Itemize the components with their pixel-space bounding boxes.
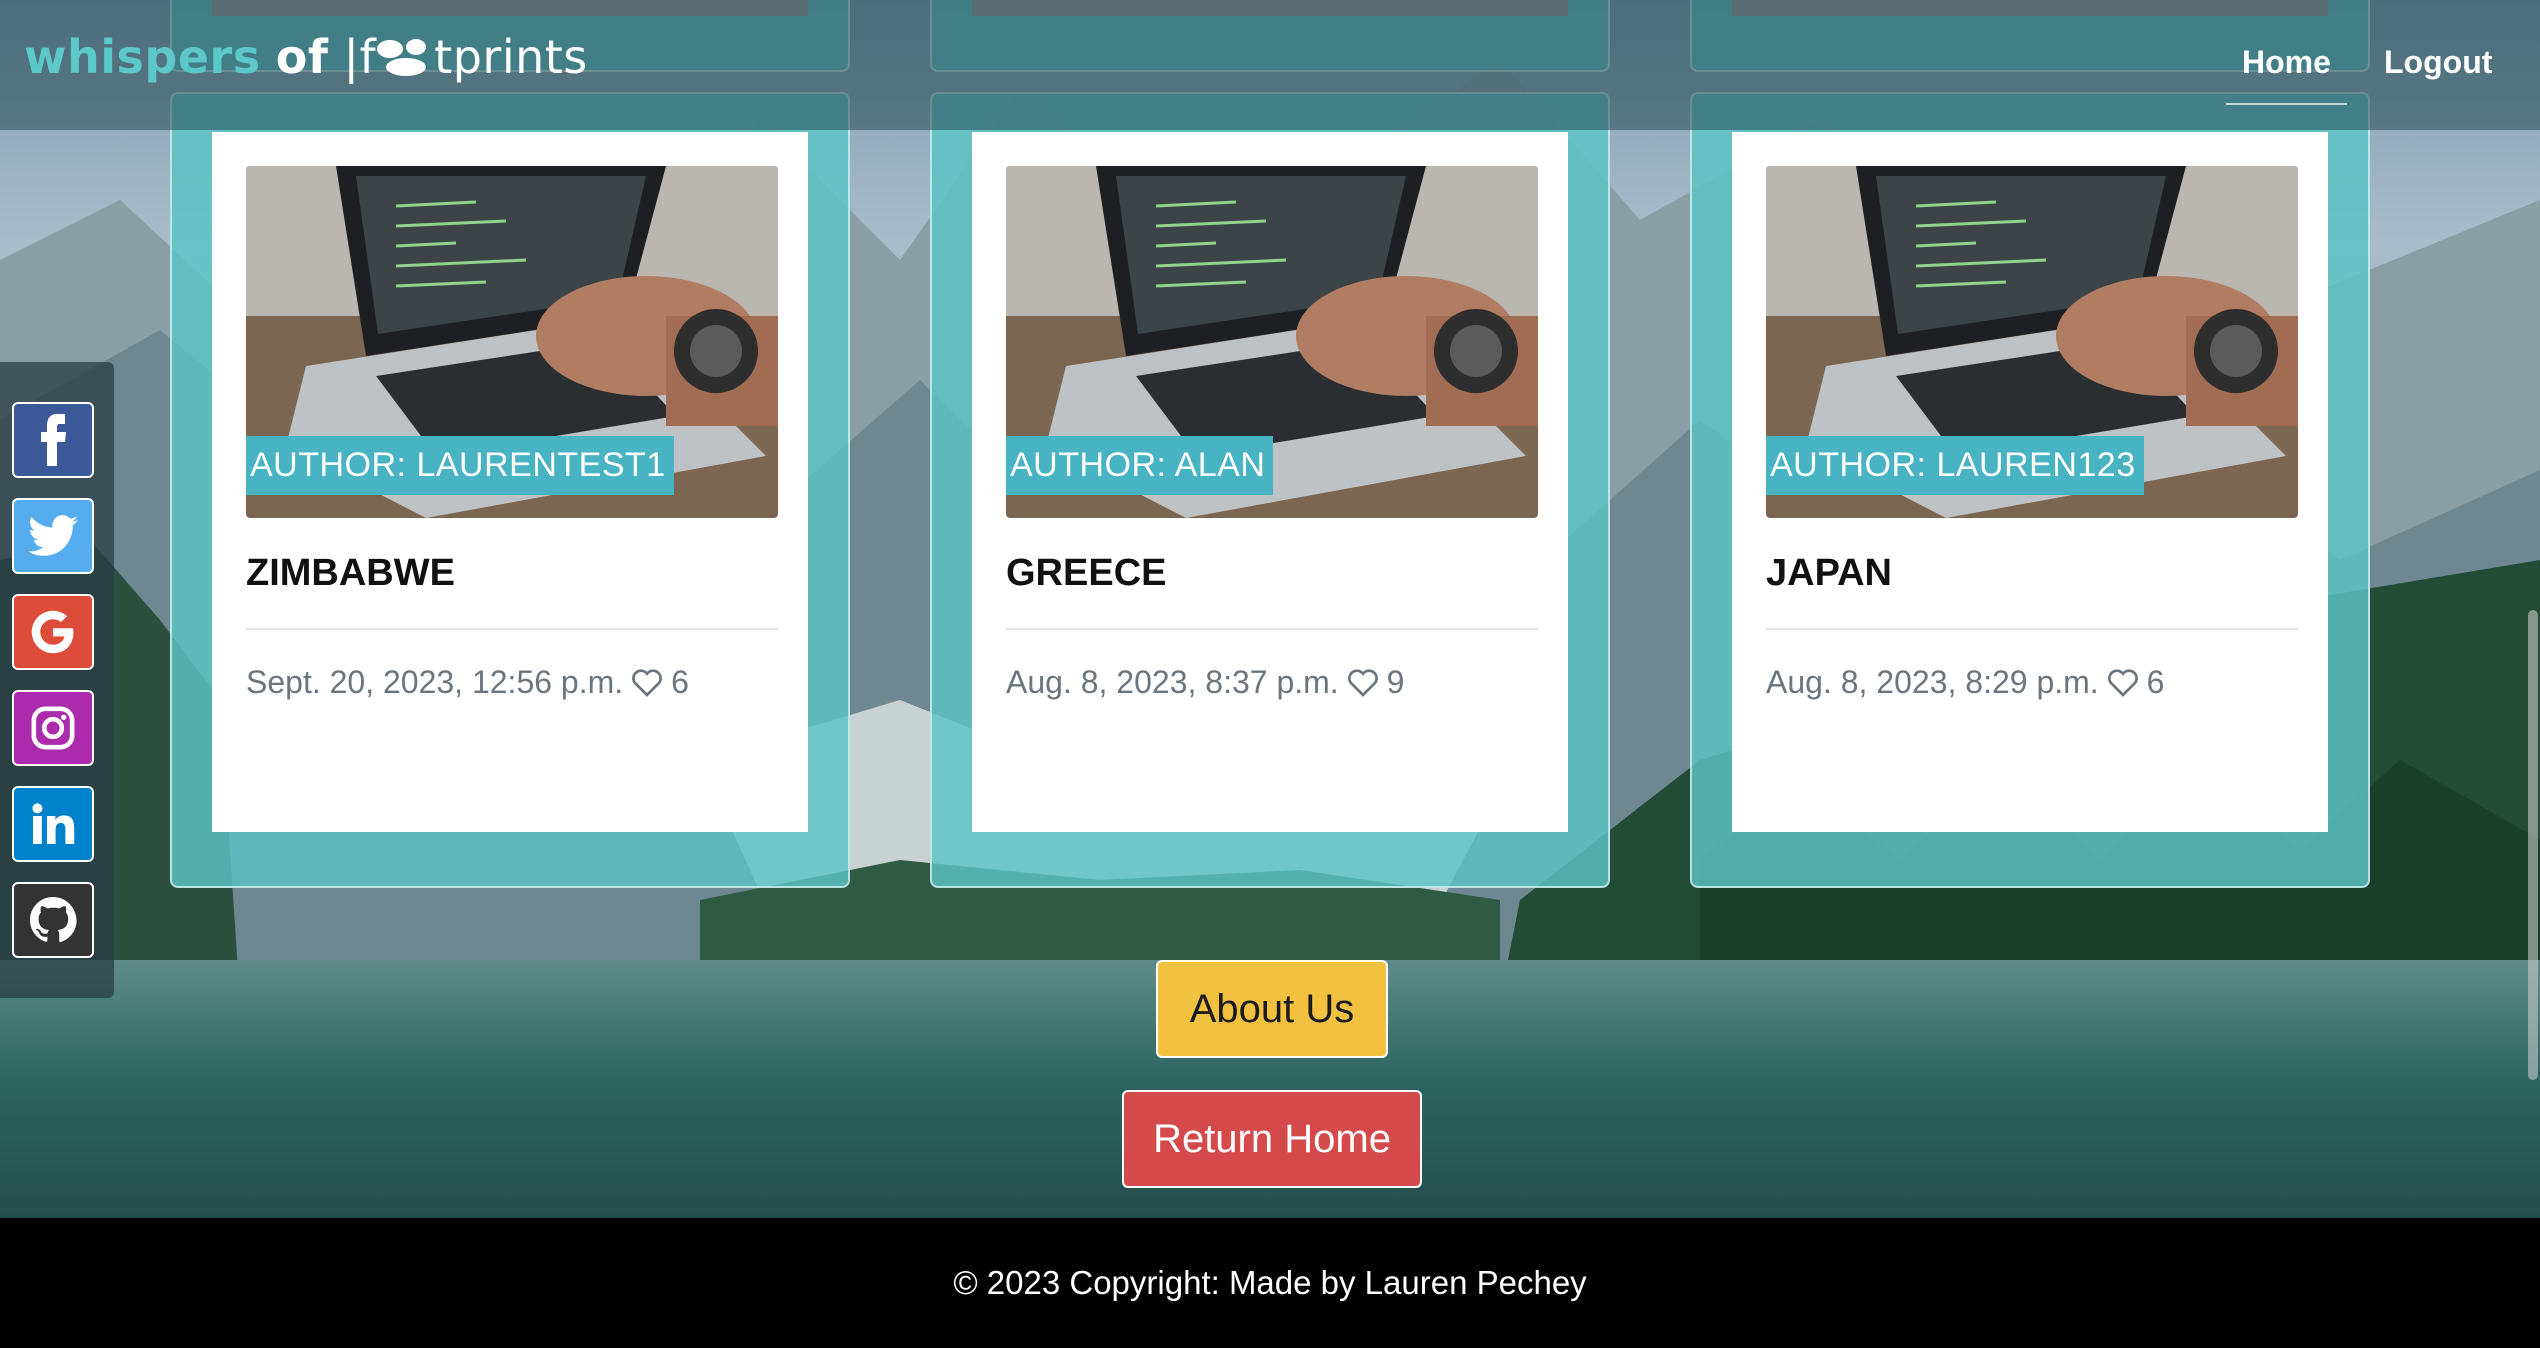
twitter-icon bbox=[28, 515, 78, 556]
like-count: 6 bbox=[2146, 664, 2165, 700]
post-meta: Sept. 20, 2023, 12:56 p.m. 6 bbox=[246, 664, 689, 701]
heart-icon[interactable] bbox=[1347, 668, 1379, 698]
facebook-icon bbox=[41, 414, 66, 466]
post-card[interactable]: AUTHOR: LAUREN123 JAPAN Aug. 8, 2023, 8:… bbox=[1690, 92, 2370, 888]
return-home-button[interactable]: Return Home bbox=[1122, 1090, 1422, 1188]
post-date: Aug. 8, 2023, 8:37 p.m. bbox=[1006, 664, 1339, 700]
nav-home-link[interactable]: Home bbox=[2226, 44, 2347, 105]
copyright-text: © 2023 Copyright: Made by Lauren Pechey bbox=[953, 1264, 1587, 1301]
twitter-button[interactable] bbox=[12, 498, 94, 574]
github-button[interactable] bbox=[12, 882, 94, 958]
divider bbox=[1766, 628, 2298, 630]
instagram-icon bbox=[31, 706, 75, 750]
like-count: 9 bbox=[1386, 664, 1405, 700]
brand-logo[interactable]: whispers of |f tprints bbox=[24, 30, 588, 84]
post-card[interactable]: AUTHOR: LAURENTEST1 ZIMBABWE Sept. 20, 2… bbox=[170, 92, 850, 888]
post-image: AUTHOR: LAUREN123 bbox=[1766, 166, 2298, 518]
page-footer: © 2023 Copyright: Made by Lauren Pechey bbox=[0, 1218, 2540, 1348]
social-sidebar bbox=[0, 362, 114, 998]
heart-icon[interactable] bbox=[631, 668, 663, 698]
post-date: Sept. 20, 2023, 12:56 p.m. bbox=[246, 664, 624, 700]
page-scrollbar[interactable] bbox=[2528, 610, 2538, 1080]
post-meta: Aug. 8, 2023, 8:37 p.m. 9 bbox=[1006, 664, 1404, 701]
post-title[interactable]: GREECE bbox=[1006, 552, 1166, 595]
like-count: 6 bbox=[671, 664, 689, 700]
divider bbox=[1006, 628, 1538, 630]
author-badge: AUTHOR: LAUREN123 bbox=[1766, 436, 2144, 495]
google-button[interactable] bbox=[12, 594, 94, 670]
footprint-icon bbox=[376, 34, 434, 76]
post-card[interactable]: AUTHOR: ALAN GREECE Aug. 8, 2023, 8:37 p… bbox=[930, 92, 1610, 888]
post-meta: Aug. 8, 2023, 8:29 p.m. 6 bbox=[1766, 664, 2164, 701]
facebook-button[interactable] bbox=[12, 402, 94, 478]
google-icon bbox=[31, 610, 74, 654]
linkedin-button[interactable] bbox=[12, 786, 94, 862]
divider bbox=[246, 628, 778, 630]
post-image: AUTHOR: LAURENTEST1 bbox=[246, 166, 778, 518]
post-title[interactable]: ZIMBABWE bbox=[246, 552, 455, 595]
post-image: AUTHOR: ALAN bbox=[1006, 166, 1538, 518]
github-icon bbox=[30, 897, 77, 943]
post-date: Aug. 8, 2023, 8:29 p.m. bbox=[1766, 664, 2099, 700]
linkedin-icon bbox=[32, 803, 75, 844]
instagram-button[interactable] bbox=[12, 690, 94, 766]
heart-icon[interactable] bbox=[2107, 668, 2139, 698]
post-title[interactable]: JAPAN bbox=[1766, 552, 1892, 595]
top-navbar: whispers of |f tprints Home Logout bbox=[0, 0, 2540, 130]
about-us-button[interactable]: About Us bbox=[1156, 960, 1388, 1058]
author-badge: AUTHOR: LAURENTEST1 bbox=[246, 436, 674, 495]
nav-logout-link[interactable]: Logout bbox=[2384, 44, 2492, 103]
author-badge: AUTHOR: ALAN bbox=[1006, 436, 1274, 495]
